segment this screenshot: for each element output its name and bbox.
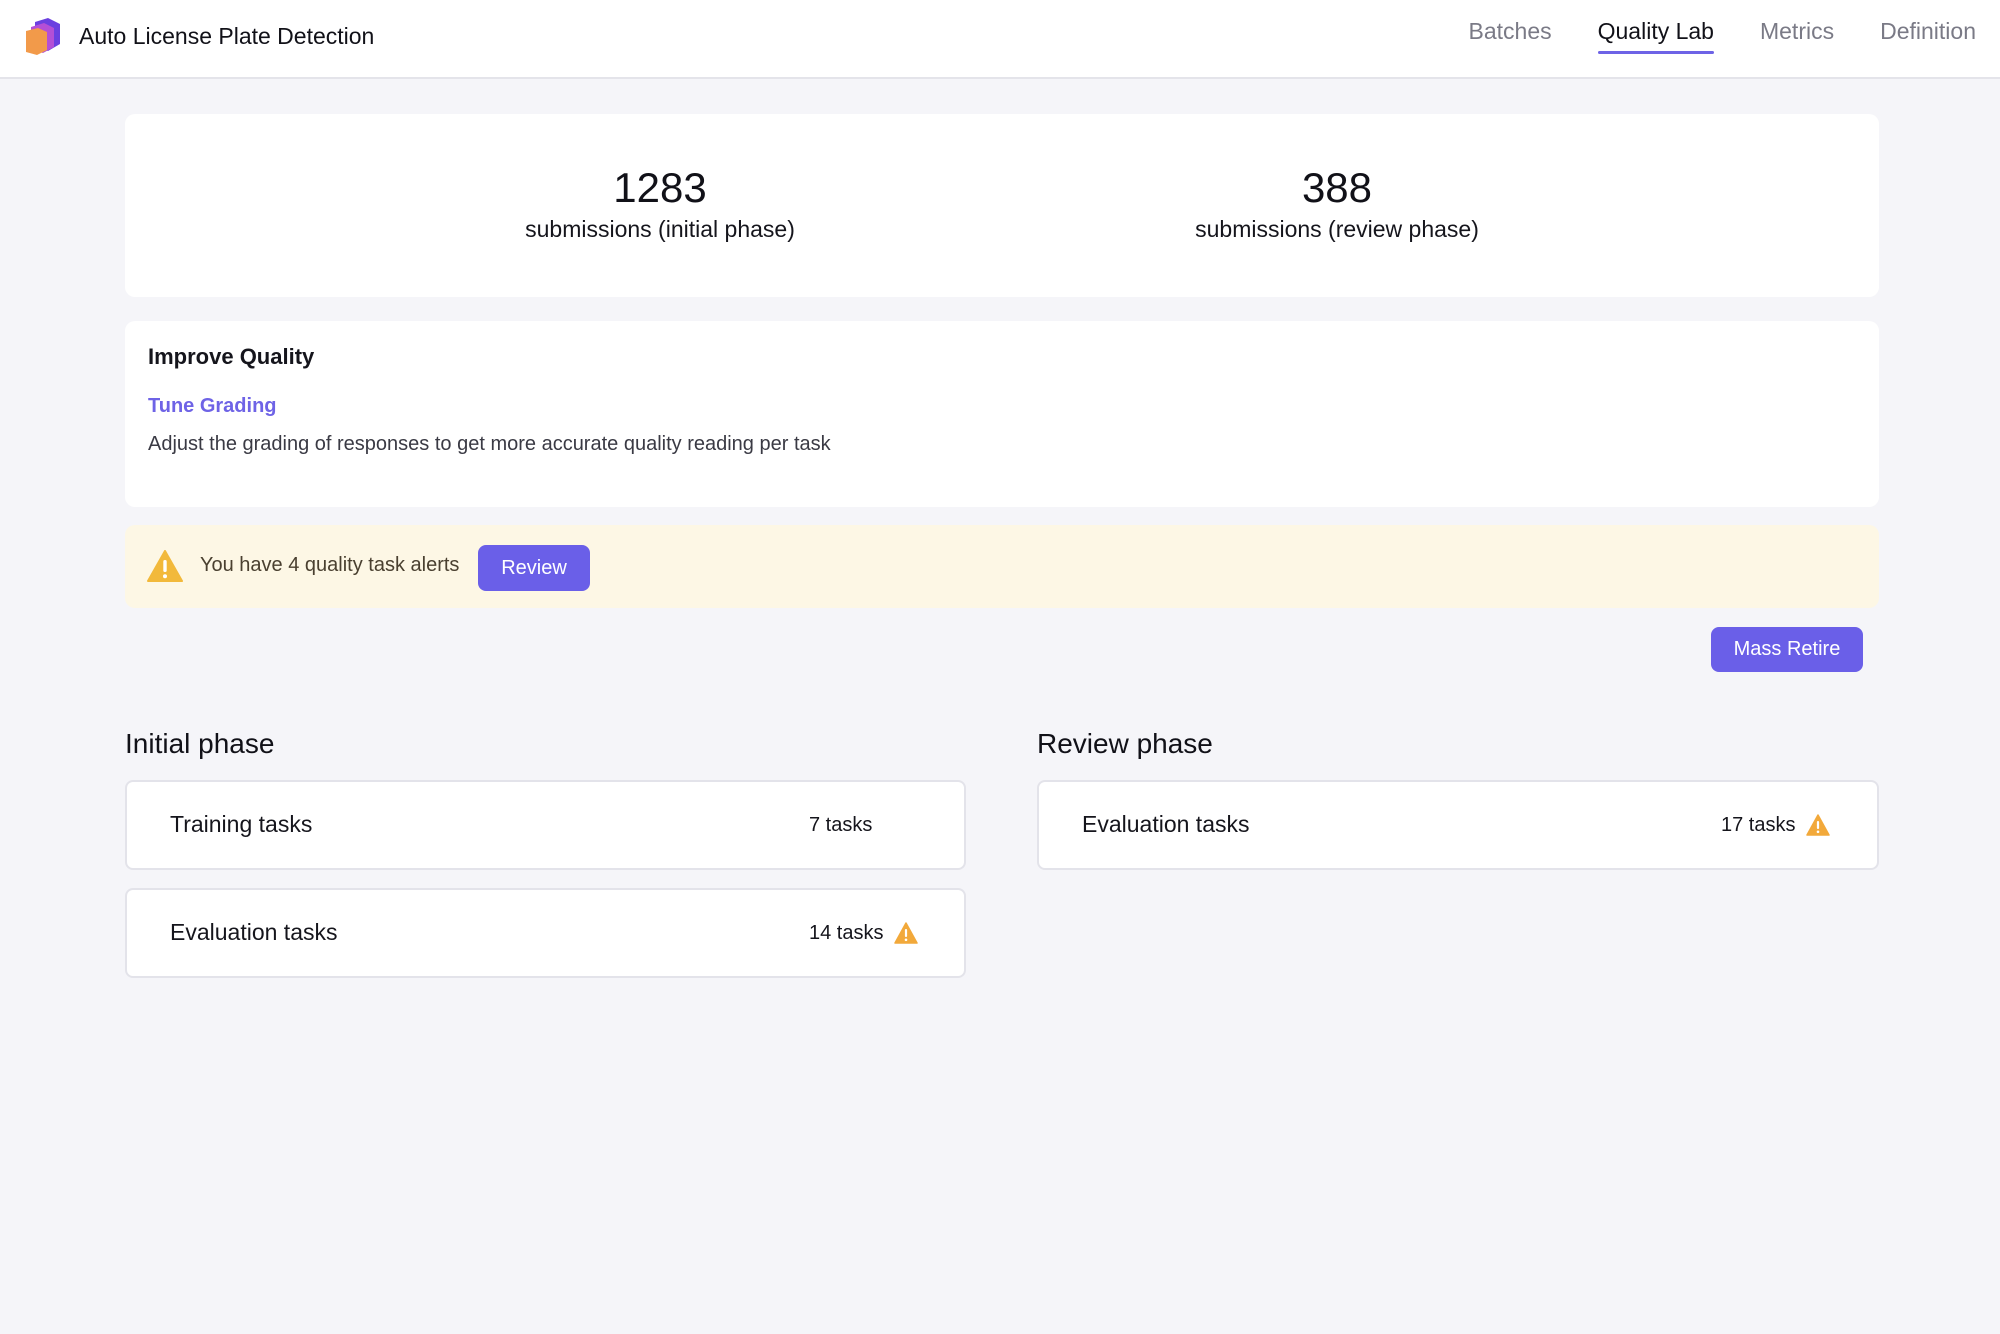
nav-tab-definition[interactable]: Definition xyxy=(1880,0,1976,56)
initial-phase-title: Initial phase xyxy=(125,728,275,759)
initial-submissions-stat: 1283 submissions (initial phase) xyxy=(460,166,860,244)
initial-training-tasks-card[interactable]: Training tasks 7 tasks xyxy=(125,780,966,870)
task-count: 14 tasks xyxy=(809,922,884,944)
submissions-stats-card: 1283 submissions (initial phase) 388 sub… xyxy=(125,114,1879,297)
review-submissions-label: submissions (review phase) xyxy=(1195,216,1479,242)
warning-icon xyxy=(1806,814,1830,836)
review-evaluation-tasks-card[interactable]: Evaluation tasks 17 tasks xyxy=(1037,780,1879,870)
task-name: Evaluation tasks xyxy=(170,919,338,945)
improve-quality-title: Improve Quality xyxy=(148,344,315,369)
alert-message: You have 4 quality task alerts xyxy=(200,554,460,576)
tune-grading-description: Adjust the grading of responses to get m… xyxy=(148,433,831,455)
task-count: 7 tasks xyxy=(809,814,873,836)
review-alerts-button[interactable]: Review xyxy=(478,545,590,591)
initial-evaluation-tasks-card[interactable]: Evaluation tasks 14 tasks xyxy=(125,888,966,978)
review-submissions-stat: 388 submissions (review phase) xyxy=(1137,166,1537,244)
review-phase-title: Review phase xyxy=(1037,728,1213,759)
initial-submissions-count: 1283 xyxy=(613,164,707,211)
quality-alert-banner: You have 4 quality task alerts Review xyxy=(125,525,1879,608)
main-nav: Batches Quality Lab Metrics Definition xyxy=(1423,0,1976,79)
warning-icon xyxy=(147,550,183,582)
nav-tab-quality-lab[interactable]: Quality Lab xyxy=(1597,0,1715,56)
improve-quality-card: Improve Quality Tune Grading Adjust the … xyxy=(125,321,1879,507)
app-logo-icon[interactable] xyxy=(26,18,60,55)
task-name: Training tasks xyxy=(170,811,313,837)
nav-tab-metrics[interactable]: Metrics xyxy=(1760,0,1834,56)
mass-retire-button[interactable]: Mass Retire xyxy=(1711,627,1863,672)
review-submissions-count: 388 xyxy=(1301,164,1373,211)
app-title: Auto License Plate Detection xyxy=(79,23,375,49)
warning-icon xyxy=(894,922,918,944)
task-count: 17 tasks xyxy=(1721,814,1796,836)
nav-tab-batches[interactable]: Batches xyxy=(1469,0,1552,56)
initial-submissions-label: submissions (initial phase) xyxy=(525,216,795,242)
top-bar: Auto License Plate Detection Batches Qua… xyxy=(0,0,2000,79)
task-name: Evaluation tasks xyxy=(1082,811,1250,837)
tune-grading-link[interactable]: Tune Grading xyxy=(148,395,277,418)
